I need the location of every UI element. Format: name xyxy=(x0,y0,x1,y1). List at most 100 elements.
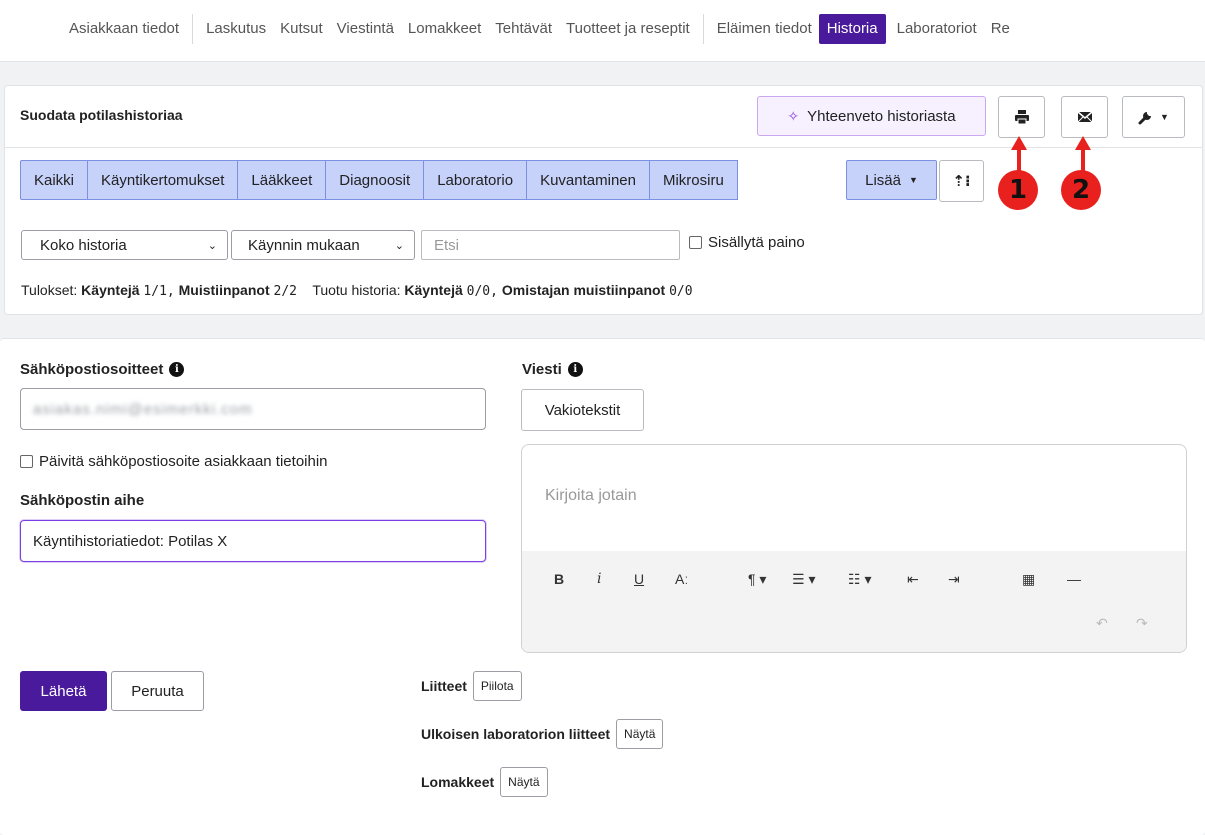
envelope-icon xyxy=(1077,111,1092,123)
bold-button[interactable]: B xyxy=(554,571,564,587)
external-lab-attachments-row: Ulkoisen laboratorion liitteet Näytä xyxy=(421,719,664,749)
owner-notes-label: Omistajan muistiinpanot xyxy=(501,282,666,298)
filter-imaging[interactable]: Kuvantaminen xyxy=(526,160,650,200)
include-weight-checkbox[interactable] xyxy=(689,236,702,249)
outdent-button[interactable]: ⇤ xyxy=(907,571,919,588)
annotation-marker-2: 2 xyxy=(1061,170,1101,210)
update-address-option[interactable]: Päivitä sähköpostiosoite asiakkaan tieto… xyxy=(20,453,328,470)
history-search-input[interactable]: Etsi xyxy=(421,230,680,260)
indent-button[interactable]: ⇥ xyxy=(948,571,960,588)
history-summary-label: Yhteenveto historiasta xyxy=(807,107,956,125)
email-subject-field[interactable]: Käyntihistoriatiedot: Potilas X xyxy=(20,520,486,562)
owner-notes-value: 0/0 xyxy=(669,284,693,299)
tab-forms[interactable]: Lomakkeet xyxy=(401,14,488,44)
paragraph-button[interactable]: ¶ ▾ xyxy=(748,571,766,588)
editor-placeholder: Kirjoita jotain xyxy=(545,487,637,504)
print-button[interactable] xyxy=(998,96,1045,138)
filter-diagnoses[interactable]: Diagnoosit xyxy=(325,160,425,200)
forms-attachments-row: Lomakkeet Näytä xyxy=(421,767,548,797)
more-filters-label: Lisää xyxy=(865,171,901,189)
tab-customer-info[interactable]: Asiakkaan tiedot xyxy=(62,14,186,44)
annotation-arrow-1 xyxy=(1017,148,1021,172)
sort-icon: ⇡⁝ xyxy=(952,173,971,190)
email-subject-heading: Sähköpostin aihe xyxy=(20,492,144,509)
wrench-icon xyxy=(1138,112,1152,125)
annotation-marker-1: 1 xyxy=(998,170,1038,210)
message-editor[interactable]: Kirjoita jotain B i U Aː ¶ ▾ ☰ ▾ ☷ ▾ ⇤ ⇥… xyxy=(521,444,1187,653)
filter-title: Suodata potilashistoriaa xyxy=(20,107,183,123)
underline-button[interactable]: U xyxy=(634,571,644,587)
tab-tasks[interactable]: Tehtävät xyxy=(488,14,559,44)
email-addresses-label: Sähköpostiosoitteet xyxy=(20,361,164,378)
update-address-label: Päivitä sähköpostiosoite asiakkaan tieto… xyxy=(39,453,328,470)
order-select[interactable]: Käynnin mukaan ⌄ xyxy=(231,230,415,260)
top-navigation: Asiakkaan tiedot Laskutus Kutsut Viestin… xyxy=(0,0,1205,62)
tab-history[interactable]: Historia xyxy=(818,14,886,44)
chevron-down-icon: ⌄ xyxy=(394,239,404,252)
history-summary-button[interactable]: ✧ Yhteenveto historiasta xyxy=(757,96,986,136)
tab-communication[interactable]: Viestintä xyxy=(330,14,401,44)
tab-truncated[interactable]: Re xyxy=(984,14,1017,44)
template-texts-button[interactable]: Vakiotekstit xyxy=(521,389,644,431)
email-address-field[interactable]: asiakas.nimi@esimerkki.com xyxy=(20,388,486,430)
imported-prefix: Tuotu historia: xyxy=(312,282,401,298)
cancel-button[interactable]: Peruuta xyxy=(111,671,204,711)
editor-toolbar: B i U Aː ¶ ▾ ☰ ▾ ☷ ▾ ⇤ ⇥ ▦ — ↶ ↷ xyxy=(522,551,1186,652)
tab-invitations[interactable]: Kutsut xyxy=(273,14,330,44)
annotation-arrow-2 xyxy=(1081,148,1085,172)
printer-icon xyxy=(1014,110,1029,125)
bullet-list-button[interactable]: ☷ ▾ xyxy=(848,571,871,588)
filter-visit-records[interactable]: Käyntikertomukset xyxy=(87,160,239,200)
info-icon[interactable]: i xyxy=(169,362,185,377)
update-address-checkbox[interactable] xyxy=(20,455,33,468)
show-forms-button[interactable]: Näytä xyxy=(500,767,548,797)
filter-medications[interactable]: Lääkkeet xyxy=(237,160,327,200)
results-notes-label: Muistiinpanot xyxy=(178,282,270,298)
hide-attachments-button[interactable]: Piilota xyxy=(472,671,522,701)
filter-microchip[interactable]: Mikrosiru xyxy=(648,160,738,200)
italic-button[interactable]: i xyxy=(597,571,601,587)
message-label: Viesti xyxy=(522,361,562,378)
imported-visits-label: Käyntejä xyxy=(404,282,463,298)
ordered-list-button[interactable]: ☰ ▾ xyxy=(792,571,815,588)
chevron-down-icon: ⌄ xyxy=(207,239,217,252)
history-range-select[interactable]: Koko historia ⌄ xyxy=(21,230,228,260)
send-button[interactable]: Lähetä xyxy=(20,671,107,711)
results-visits-label: Käyntejä xyxy=(81,282,140,298)
undo-button[interactable]: ↶ xyxy=(1096,615,1108,632)
font-size-button[interactable]: Aː xyxy=(675,571,688,587)
tab-laboratories[interactable]: Laboratoriot xyxy=(890,14,984,44)
email-subject-label: Sähköpostin aihe xyxy=(20,492,145,509)
filter-laboratory[interactable]: Laboratorio xyxy=(423,160,528,200)
sparkle-icon: ✧ xyxy=(787,107,800,124)
email-button[interactable] xyxy=(1061,96,1108,138)
results-prefix: Tulokset: xyxy=(21,282,78,298)
caret-down-icon: ▼ xyxy=(908,175,918,185)
forms-label: Lomakkeet xyxy=(421,774,495,790)
show-external-lab-button[interactable]: Näytä xyxy=(616,719,664,749)
email-history-form: Sähköpostiosoitteet i asiakas.nimi@esime… xyxy=(0,338,1205,835)
history-type-filter: Kaikki Käyntikertomukset Lääkkeet Diagno… xyxy=(20,160,738,200)
attachments-label: Liitteet xyxy=(421,678,467,694)
tools-menu-button[interactable]: ▼ xyxy=(1122,96,1185,138)
attachments-row: Liitteet Piilota xyxy=(421,671,522,701)
more-filters-button[interactable]: Lisää ▼ xyxy=(846,160,937,200)
email-address-value: asiakas.nimi@esimerkki.com xyxy=(33,400,253,418)
filter-all[interactable]: Kaikki xyxy=(20,160,89,200)
sort-order-button[interactable]: ⇡⁝ xyxy=(939,160,984,202)
tab-divider xyxy=(192,14,194,44)
results-notes-value: 2/2 xyxy=(273,284,297,299)
info-icon[interactable]: i xyxy=(567,362,583,377)
table-button[interactable]: ▦ xyxy=(1022,571,1035,588)
message-heading: Viesti i xyxy=(522,361,583,378)
tab-bar: Asiakkaan tiedot Laskutus Kutsut Viestin… xyxy=(62,14,1017,44)
tab-animal-info[interactable]: Eläimen tiedot xyxy=(710,14,819,44)
tab-divider xyxy=(702,14,704,44)
redo-button[interactable]: ↷ xyxy=(1136,615,1148,632)
horizontal-rule-button[interactable]: — xyxy=(1067,571,1081,587)
external-lab-label: Ulkoisen laboratorion liitteet xyxy=(421,726,611,742)
tab-billing[interactable]: Laskutus xyxy=(199,14,273,44)
include-weight-option[interactable]: Sisällytä paino xyxy=(689,234,805,251)
tab-products[interactable]: Tuotteet ja reseptit xyxy=(559,14,697,44)
email-subject-value: Käyntihistoriatiedot: Potilas X xyxy=(33,532,228,550)
